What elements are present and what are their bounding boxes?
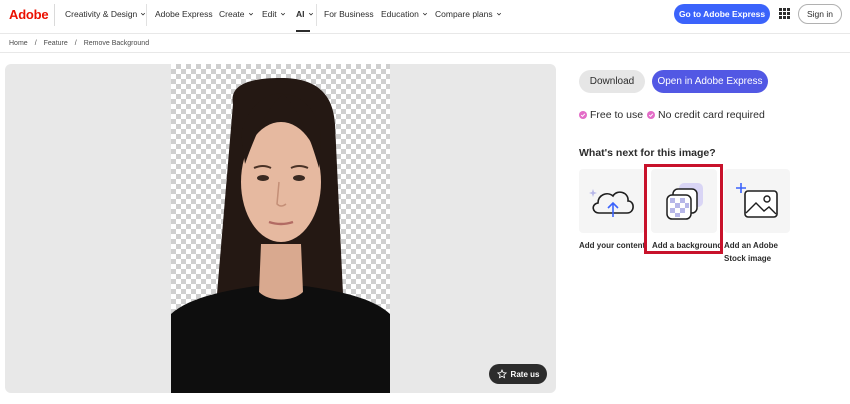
card-label: Stock image [724, 254, 772, 263]
nav-label: Edit [262, 9, 277, 19]
breadcrumb: Home / Feature / Remove Background [0, 33, 850, 53]
nav-label: Compare plans [435, 9, 493, 19]
card-label: Add your content [579, 241, 646, 250]
portrait-image [171, 78, 390, 393]
chevron-down-icon [422, 12, 427, 16]
check-circle-icon [579, 111, 587, 119]
nav-adobe-express[interactable]: Adobe Express [155, 9, 213, 19]
feature-free-to-use: Free to use [579, 109, 643, 121]
open-in-adobe-express-button[interactable]: Open in Adobe Express [652, 70, 768, 93]
adobe-logo[interactable]: Adobe [9, 7, 49, 22]
nav-education[interactable]: Education [381, 9, 428, 19]
background-removed-photo [171, 64, 390, 393]
add-image-icon [736, 183, 778, 218]
next-steps-title: What's next for this image? [579, 147, 716, 159]
nav-label: Create [219, 9, 245, 19]
nav-label: Adobe Express [155, 9, 213, 19]
image-preview-panel: Rate us [5, 64, 556, 393]
download-button[interactable]: Download [579, 70, 645, 93]
nav-label: For Business [324, 9, 374, 19]
nav-label: AI [296, 9, 305, 19]
nav-edit[interactable]: Edit [262, 9, 286, 19]
nav-label: Education [381, 9, 419, 19]
highlight-annotation [644, 164, 723, 254]
cloud-upload-icon [589, 189, 634, 217]
apps-grid-icon[interactable] [779, 8, 790, 19]
chevron-down-icon [248, 12, 253, 16]
rate-us-label: Rate us [510, 369, 540, 379]
nav-divider [316, 4, 317, 26]
breadcrumb-home[interactable]: Home [9, 40, 28, 47]
breadcrumb-current: Remove Background [83, 39, 150, 47]
rate-us-button[interactable]: Rate us [489, 364, 547, 384]
active-nav-indicator [296, 30, 310, 32]
chevron-down-icon [308, 12, 313, 16]
top-navigation: Adobe Creativity & Design Adobe Express … [0, 0, 850, 32]
nav-ai[interactable]: AI [296, 9, 314, 19]
chevron-down-icon [496, 12, 501, 16]
breadcrumb-separator: / [34, 39, 37, 47]
nav-divider [146, 4, 147, 26]
nav-compare-plans[interactable]: Compare plans [435, 9, 502, 19]
nav-create[interactable]: Create [219, 9, 254, 19]
feature-label: Free to use [590, 109, 644, 121]
check-circle-icon [647, 111, 655, 119]
feature-no-credit-card: No credit card required [647, 109, 765, 121]
card-label: Add an Adobe [724, 241, 778, 250]
card-add-adobe-stock-image[interactable] [724, 169, 790, 233]
go-to-adobe-express-button[interactable]: Go to Adobe Express [674, 4, 770, 24]
nav-label: Creativity & Design [65, 9, 138, 19]
nav-for-business[interactable]: For Business [324, 9, 374, 19]
breadcrumb-separator: / [74, 39, 77, 47]
star-icon [496, 369, 507, 379]
feature-label: No credit card required [658, 109, 765, 121]
card-add-your-content[interactable] [579, 169, 645, 233]
sign-in-button[interactable]: Sign in [798, 4, 842, 24]
chevron-down-icon [280, 12, 285, 16]
nav-creativity-design[interactable]: Creativity & Design [65, 9, 146, 19]
breadcrumb-feature[interactable]: Feature [44, 40, 68, 47]
nav-divider [54, 4, 55, 26]
